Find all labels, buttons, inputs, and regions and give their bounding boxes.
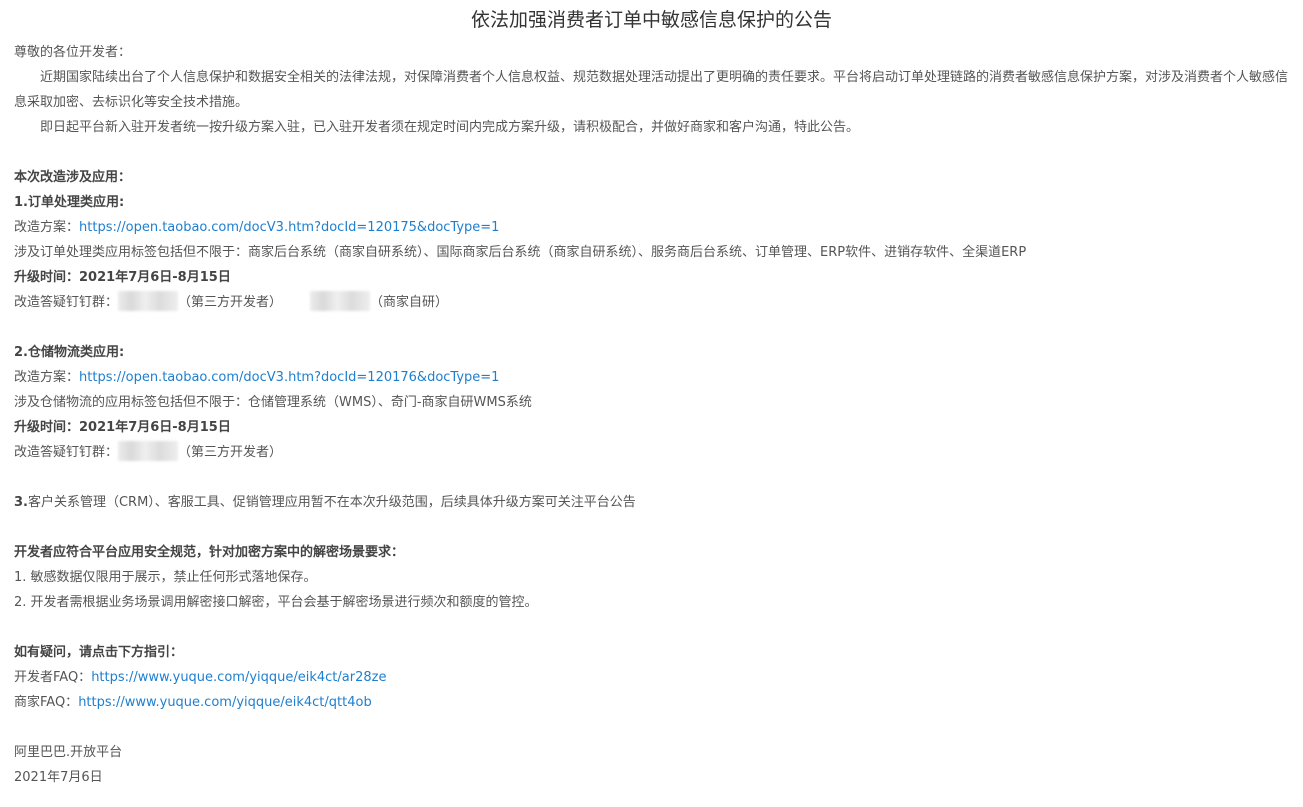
section1-time-label: 升级时间： bbox=[14, 270, 80, 285]
section1-plan-label: 改造方案： bbox=[14, 220, 80, 235]
requirements-heading: 开发者应符合平台应用安全规范，针对加密方案中的解密场景要求： bbox=[14, 545, 405, 560]
section2-plan-label: 改造方案： bbox=[14, 370, 80, 385]
announcement-page: 依法加强消费者订单中敏感信息保护的公告 尊敬的各位开发者： 近期国家陆续出台了个… bbox=[0, 0, 1303, 807]
section3: 3.客户关系管理（CRM）、客服工具、促销管理应用暂不在本次升级范围，后续具体升… bbox=[14, 490, 1289, 515]
section3-text: 客户关系管理（CRM）、客服工具、促销管理应用暂不在本次升级范围，后续具体升级方… bbox=[27, 495, 636, 510]
section1-group-2-note: （商家自研） bbox=[370, 295, 449, 310]
requirement-item: 1. 敏感数据仅限用于展示，禁止任何形式落地保存。 bbox=[14, 570, 317, 585]
requirement-item: 2. 开发者需根据业务场景调用解密接口解密，平台会基于解密场景进行频次和额度的管… bbox=[14, 595, 538, 610]
merchant-faq: 商家FAQ：https://www.yuque.com/yiqque/eik4c… bbox=[14, 690, 1289, 715]
developer-faq: 开发者FAQ：https://www.yuque.com/yiqque/eik4… bbox=[14, 665, 1289, 690]
section1-tags: 涉及订单处理类应用标签包括但不限于：商家后台系统（商家自研系统）、国际商家后台系… bbox=[14, 245, 1027, 260]
section1-time: 升级时间：2021年7月6日-8月15日 bbox=[14, 265, 1289, 290]
signature-org: 阿里巴巴.开放平台 bbox=[14, 745, 123, 760]
section1-title: 订单处理类应用: bbox=[27, 195, 125, 210]
section1-plan: 改造方案：https://open.taobao.com/docV3.htm?d… bbox=[14, 215, 1289, 240]
section2-time: 升级时间：2021年7月6日-8月15日 bbox=[14, 415, 1289, 440]
section2-heading: 2.仓储物流类应用: bbox=[14, 340, 1289, 365]
section2-plan: 改造方案：https://open.taobao.com/docV3.htm?d… bbox=[14, 365, 1289, 390]
section3-number: 3. bbox=[14, 495, 28, 510]
section1-time-value: 2021年7月6日-8月15日 bbox=[79, 270, 231, 285]
section1-group-label: 改造答疑钉钉群： bbox=[14, 295, 119, 310]
signature-date: 2021年7月6日 bbox=[14, 770, 103, 785]
merchant-faq-link[interactable]: https://www.yuque.com/yiqque/eik4ct/qtt4… bbox=[78, 695, 372, 710]
section2-groups: 改造答疑钉钉群： （第三方开发者） bbox=[14, 440, 1289, 465]
merchant-faq-label: 商家FAQ： bbox=[14, 695, 79, 710]
greeting: 尊敬的各位开发者： bbox=[14, 45, 132, 60]
section2-title: 仓储物流类应用: bbox=[27, 345, 125, 360]
developer-faq-link[interactable]: https://www.yuque.com/yiqque/eik4ct/ar28… bbox=[91, 670, 386, 685]
section2-group-label: 改造答疑钉钉群： bbox=[14, 445, 119, 460]
section1-number: 1. bbox=[14, 195, 28, 210]
redacted-group-id bbox=[310, 291, 371, 311]
section1-plan-link[interactable]: https://open.taobao.com/docV3.htm?docId=… bbox=[79, 220, 499, 235]
section1-heading: 1.订单处理类应用: bbox=[14, 190, 1289, 215]
redacted-group-id bbox=[118, 441, 179, 461]
intro-paragraph-2: 即日起平台新入驻开发者统一按升级方案入驻，已入驻开发者须在规定时间内完成方案升级… bbox=[40, 120, 860, 135]
redacted-group-id bbox=[118, 291, 179, 311]
help-heading: 如有疑问，请点击下方指引： bbox=[14, 645, 184, 660]
section1-groups: 改造答疑钉钉群： （第三方开发者） （商家自研） bbox=[14, 290, 1289, 315]
section2-time-label: 升级时间： bbox=[14, 420, 80, 435]
intro-paragraph-1: 近期国家陆续出台了个人信息保护和数据安全相关的法律法规，对保障消费者个人信息权益… bbox=[14, 70, 1289, 110]
scope-heading: 本次改造涉及应用： bbox=[14, 170, 132, 185]
section1-group-1-note: （第三方开发者） bbox=[178, 295, 283, 310]
developer-faq-label: 开发者FAQ： bbox=[14, 670, 92, 685]
section2-tags: 涉及仓储物流的应用标签包括但不限于：仓储管理系统（WMS）、奇门-商家自研WMS… bbox=[14, 395, 532, 410]
page-title: 依法加强消费者订单中敏感信息保护的公告 bbox=[470, 9, 832, 31]
section2-group-1-note: （第三方开发者） bbox=[178, 445, 283, 460]
section2-plan-link[interactable]: https://open.taobao.com/docV3.htm?docId=… bbox=[79, 370, 499, 385]
section2-number: 2. bbox=[14, 345, 28, 360]
section2-time-value: 2021年7月6日-8月15日 bbox=[79, 420, 231, 435]
